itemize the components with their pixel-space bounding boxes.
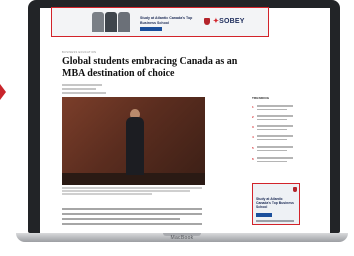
article-body-line [62,213,202,215]
sidebar-heading: TRENDING [252,96,270,100]
banner-ad-text: Study at Atlantic Canada's Top Business … [140,16,193,25]
ad-photo [92,12,104,32]
article-body-line [62,218,180,220]
byline-line [62,92,106,94]
ad-photo [105,12,117,32]
article-headline: Global students embracing Canada as an M… [62,56,238,79]
article-body-line [62,223,202,225]
sidebar-ad-cta-button[interactable] [256,213,272,217]
sidebar-ad-text: Study at Atlantic Canada's Top Business … [256,197,294,210]
sobey-logo: ✦SOBEY [213,17,245,25]
university-crest-icon [293,187,297,192]
image-caption-line [62,187,202,189]
byline-line [62,84,102,86]
banner-ad[interactable]: Study at Atlantic Canada's Top Business … [51,7,269,37]
image-caption-line [62,190,190,192]
red-arrow-marker [0,84,6,100]
article-hero-image [62,97,205,185]
byline-line [62,88,96,90]
university-crest-icon [204,18,210,25]
banner-ad-cta-button[interactable] [140,27,162,31]
image-caption-line [62,193,152,195]
article-body-line [62,208,202,210]
sobey-logo-text: SOBEY [219,18,245,25]
sidebar-ad[interactable]: Study at Atlantic Canada's Top Business … [252,183,300,225]
article-kicker[interactable]: BUSINESS EDUCATION [62,51,96,54]
device-label: MacBook [170,235,194,241]
ad-photo [118,12,130,32]
